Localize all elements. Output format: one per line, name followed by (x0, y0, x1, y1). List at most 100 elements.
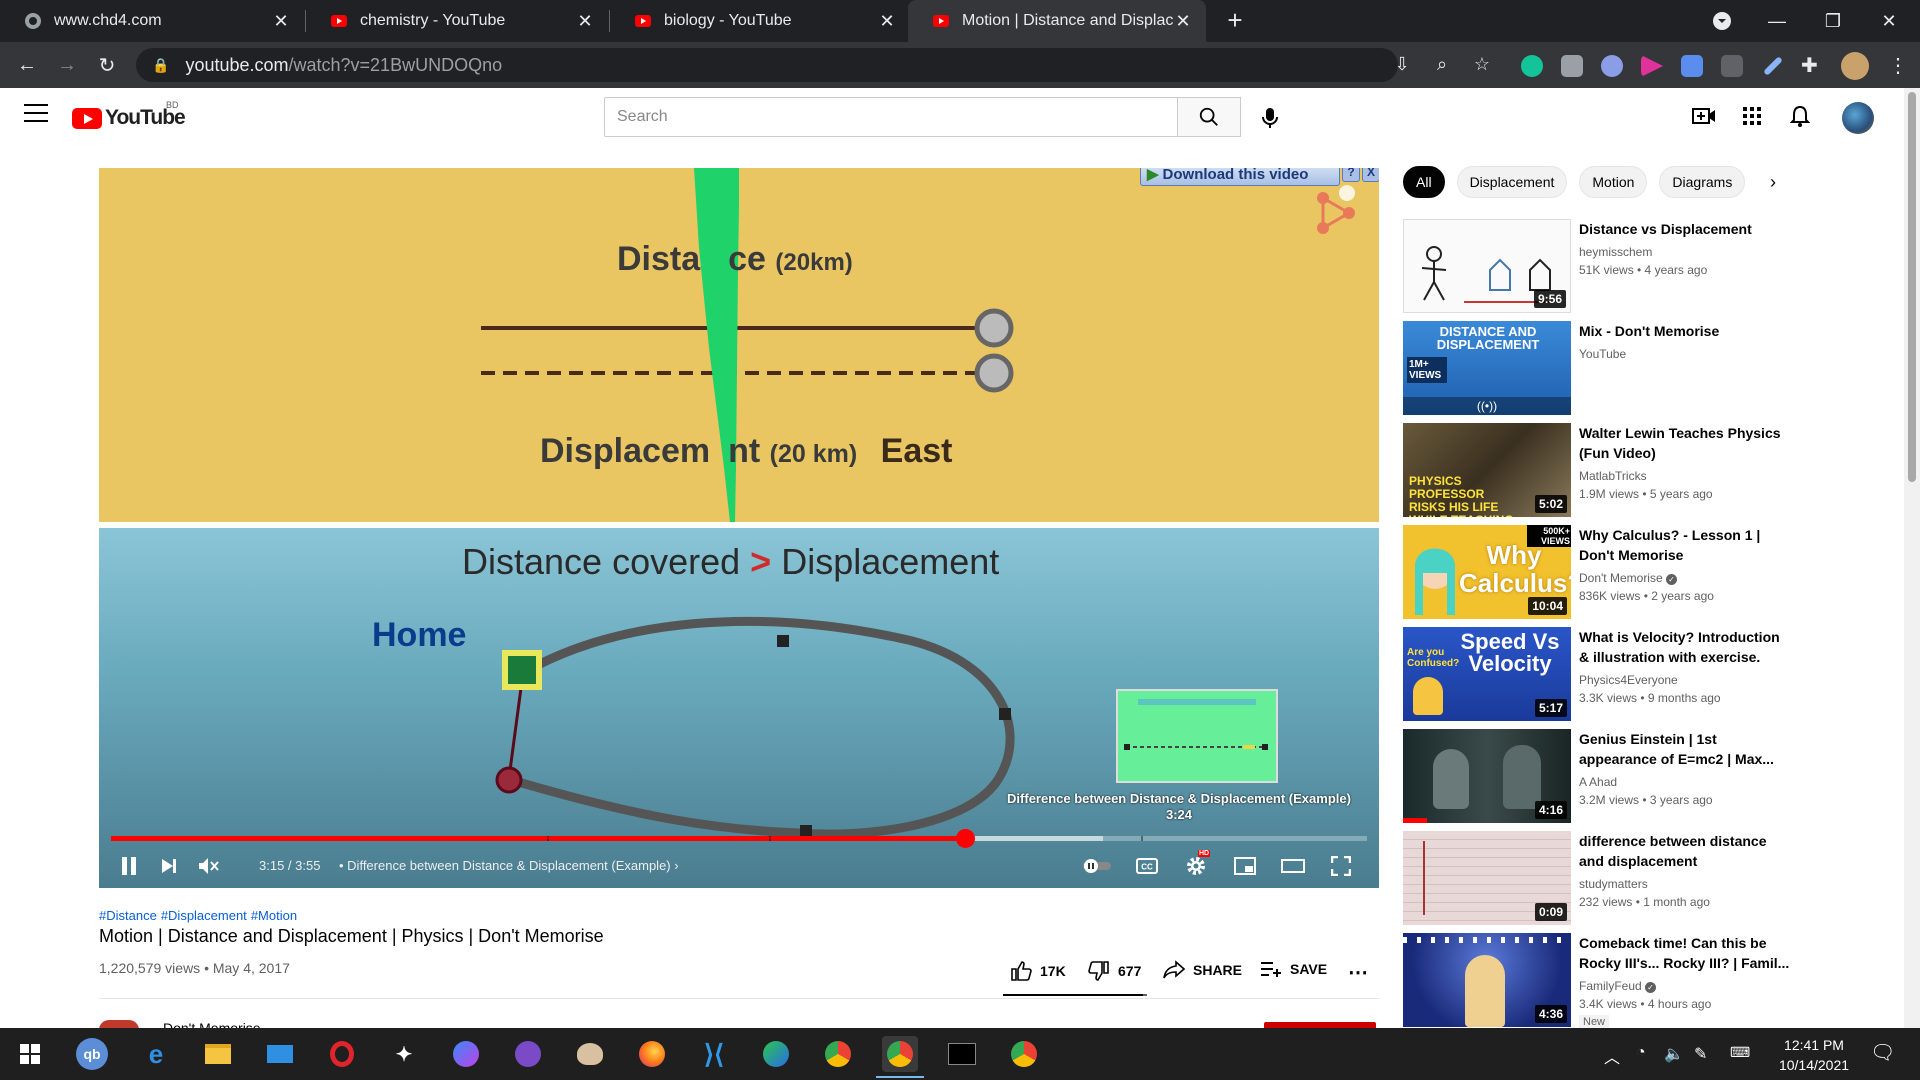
video-title[interactable]: Why Calculus? - Lesson 1 | Don't Memoris… (1579, 525, 1791, 565)
theater-mode-button[interactable] (1275, 848, 1311, 884)
chip-motion[interactable]: Motion (1579, 166, 1648, 198)
tab-search-button[interactable] (1697, 0, 1747, 42)
voice-search-button[interactable] (1252, 100, 1288, 136)
like-button[interactable]: 17K (1010, 960, 1066, 982)
satellite-taskbar-icon[interactable]: ✦ (386, 1036, 422, 1072)
dislike-button[interactable]: 677 (1088, 960, 1141, 982)
terminal-taskbar-icon[interactable] (944, 1036, 980, 1072)
recommendation-item[interactable]: PHYSICS PROFESSOR RISKS HIS LIFE WHILE T… (1403, 423, 1883, 517)
video-title[interactable]: Comeback time! Can this be Rocky III's..… (1579, 933, 1791, 973)
close-tab-icon[interactable]: ✕ (1174, 11, 1192, 32)
channel-name[interactable]: FamilyFeud ✓ (1579, 979, 1657, 993)
system-clock[interactable]: 12:41 PM 10/14/2021 (1766, 1035, 1862, 1075)
hashtag-link[interactable]: #Distance (99, 908, 157, 923)
recommendation-item[interactable]: 4:36 Comeback time! Can this be Rocky II… (1403, 933, 1883, 1029)
close-tab-icon[interactable]: ✕ (878, 11, 896, 32)
extension-icon[interactable] (1721, 55, 1743, 77)
mute-button[interactable] (191, 848, 227, 884)
subtitles-button[interactable]: CC (1129, 848, 1165, 884)
bookmark-star-icon[interactable]: ☆ (1468, 50, 1496, 78)
video-thumbnail[interactable]: 4:16 (1403, 729, 1571, 823)
profile-avatar[interactable] (1841, 52, 1869, 80)
channel-name[interactable]: studymatters (1579, 877, 1648, 891)
browser-tab-active[interactable]: Motion | Distance and Displacem ✕ (908, 0, 1206, 42)
search-button[interactable] (1177, 97, 1241, 137)
video-player[interactable]: Dista ce (20km) Displacem nt (20 km) East … (99, 168, 1379, 888)
minimize-button[interactable]: — (1752, 0, 1802, 42)
paint-taskbar-icon[interactable] (572, 1036, 608, 1072)
qbittorrent-taskbar-icon[interactable]: qb (76, 1038, 108, 1070)
hashtag-link[interactable]: #Motion (251, 908, 297, 923)
video-thumbnail[interactable]: DISTANCE AND DISPLACEMENT 1M+ VIEWS ((•)… (1403, 321, 1571, 415)
recommendation-item[interactable]: Why Calculus? 500K+ VIEWS 10:04 Why Calc… (1403, 525, 1883, 619)
video-thumbnail[interactable]: 0:09 (1403, 831, 1571, 925)
more-actions-button[interactable]: ⋯ (1348, 960, 1368, 985)
next-button[interactable] (151, 848, 187, 884)
grammarly-extension-icon[interactable] (1521, 55, 1543, 77)
edge-taskbar-icon[interactable]: e (138, 1036, 174, 1072)
github-taskbar-icon[interactable] (510, 1036, 546, 1072)
reload-button[interactable]: ↻ (92, 50, 122, 80)
chrome-taskbar-icon-active[interactable] (876, 1036, 924, 1078)
messenger-taskbar-icon[interactable] (448, 1036, 484, 1072)
download-extension-icon[interactable] (1681, 55, 1703, 77)
earth-taskbar-icon[interactable] (758, 1036, 794, 1072)
video-title[interactable]: Distance vs Displacement (1579, 219, 1791, 239)
video-thumbnail[interactable]: Why Calculus? 500K+ VIEWS 10:04 (1403, 525, 1571, 619)
download-help-button[interactable]: ? (1342, 168, 1360, 182)
save-button[interactable]: SAVE (1260, 960, 1327, 978)
opera-taskbar-icon[interactable] (324, 1036, 360, 1072)
channel-name[interactable]: Physics4Everyone (1579, 673, 1678, 687)
download-close-button[interactable]: X (1362, 168, 1379, 182)
settings-button[interactable]: HD (1178, 848, 1214, 884)
channel-name[interactable]: A Ahad (1579, 775, 1617, 789)
download-video-banner[interactable]: ▶ Download this video (1140, 168, 1340, 186)
video-title[interactable]: Genius Einstein | 1st appearance of E=mc… (1579, 729, 1791, 769)
video-thumbnail[interactable]: 9:56 (1403, 219, 1571, 313)
back-button[interactable]: ← (12, 50, 42, 80)
close-tab-icon[interactable]: ✕ (576, 11, 594, 32)
create-video-button[interactable] (1690, 102, 1718, 130)
recommendation-item[interactable]: 0:09 difference between distance and dis… (1403, 831, 1883, 925)
close-window-button[interactable]: ✕ (1864, 0, 1914, 42)
video-thumbnail[interactable]: Are you Confused? Speed Vs Velocity 5:17 (1403, 627, 1571, 721)
channel-name[interactable]: Don't Memorise ✓ (1579, 571, 1677, 585)
chip-all[interactable]: All (1403, 166, 1445, 198)
volume-icon[interactable]: 🔈 (1664, 1044, 1684, 1064)
wifi-icon[interactable]: ◔ (1636, 1044, 1646, 1062)
chapter-button[interactable]: • Difference between Distance & Displace… (339, 858, 679, 873)
vscode-taskbar-icon[interactable]: ⟩⟨ (696, 1036, 732, 1072)
restore-button[interactable]: ❐ (1808, 0, 1858, 42)
browser-tab[interactable]: biology - YouTube ✕ (610, 0, 910, 42)
install-icon[interactable]: ⇩ (1388, 50, 1416, 78)
video-thumbnail[interactable]: PHYSICS PROFESSOR RISKS HIS LIFE WHILE T… (1403, 423, 1571, 517)
globe-extension-icon[interactable] (1601, 55, 1623, 77)
forward-button[interactable]: → (52, 50, 82, 80)
zoom-icon[interactable]: ⌕ (1428, 50, 1456, 78)
pen-icon[interactable]: ✎ (1694, 1044, 1707, 1064)
video-title[interactable]: What is Velocity? Introduction & illustr… (1579, 627, 1791, 667)
channel-name[interactable]: MatlabTricks (1579, 469, 1647, 483)
video-title[interactable]: Walter Lewin Teaches Physics (Fun Video) (1579, 423, 1791, 463)
chrome-taskbar-icon[interactable] (820, 1036, 856, 1072)
address-bar[interactable]: 🔒 youtube.com/watch?v=21BwUNDOQno (136, 48, 1398, 82)
apps-button[interactable] (1738, 102, 1766, 130)
notifications-button[interactable] (1786, 102, 1814, 130)
menu-icon[interactable] (24, 104, 48, 124)
scrollbar-thumb[interactable] (1908, 92, 1916, 482)
firefox-taskbar-icon[interactable] (634, 1036, 670, 1072)
keyboard-icon[interactable]: ⌨ (1730, 1044, 1750, 1061)
video-thumbnail[interactable]: 4:36 (1403, 933, 1571, 1027)
tray-overflow-icon[interactable]: ︿ (1604, 1044, 1620, 1068)
recommendation-item[interactable]: 9:56 Distance vs Displacement heymissche… (1403, 219, 1883, 313)
channel-name[interactable]: YouTube (1579, 347, 1626, 361)
fullscreen-button[interactable] (1323, 848, 1359, 884)
youtube-logo[interactable]: YouTube BD (72, 100, 186, 130)
search-input[interactable] (604, 97, 1178, 137)
notification-center-icon[interactable]: 🗨 (1870, 1040, 1895, 1065)
progress-bar[interactable] (111, 836, 1367, 841)
recommendation-item[interactable]: Are you Confused? Speed Vs Velocity 5:17… (1403, 627, 1883, 721)
recommendation-item[interactable]: DISTANCE AND DISPLACEMENT 1M+ VIEWS ((•)… (1403, 321, 1883, 415)
video-title[interactable]: Mix - Don't Memorise (1579, 321, 1791, 341)
hashtag-link[interactable]: #Displacement (161, 908, 247, 923)
